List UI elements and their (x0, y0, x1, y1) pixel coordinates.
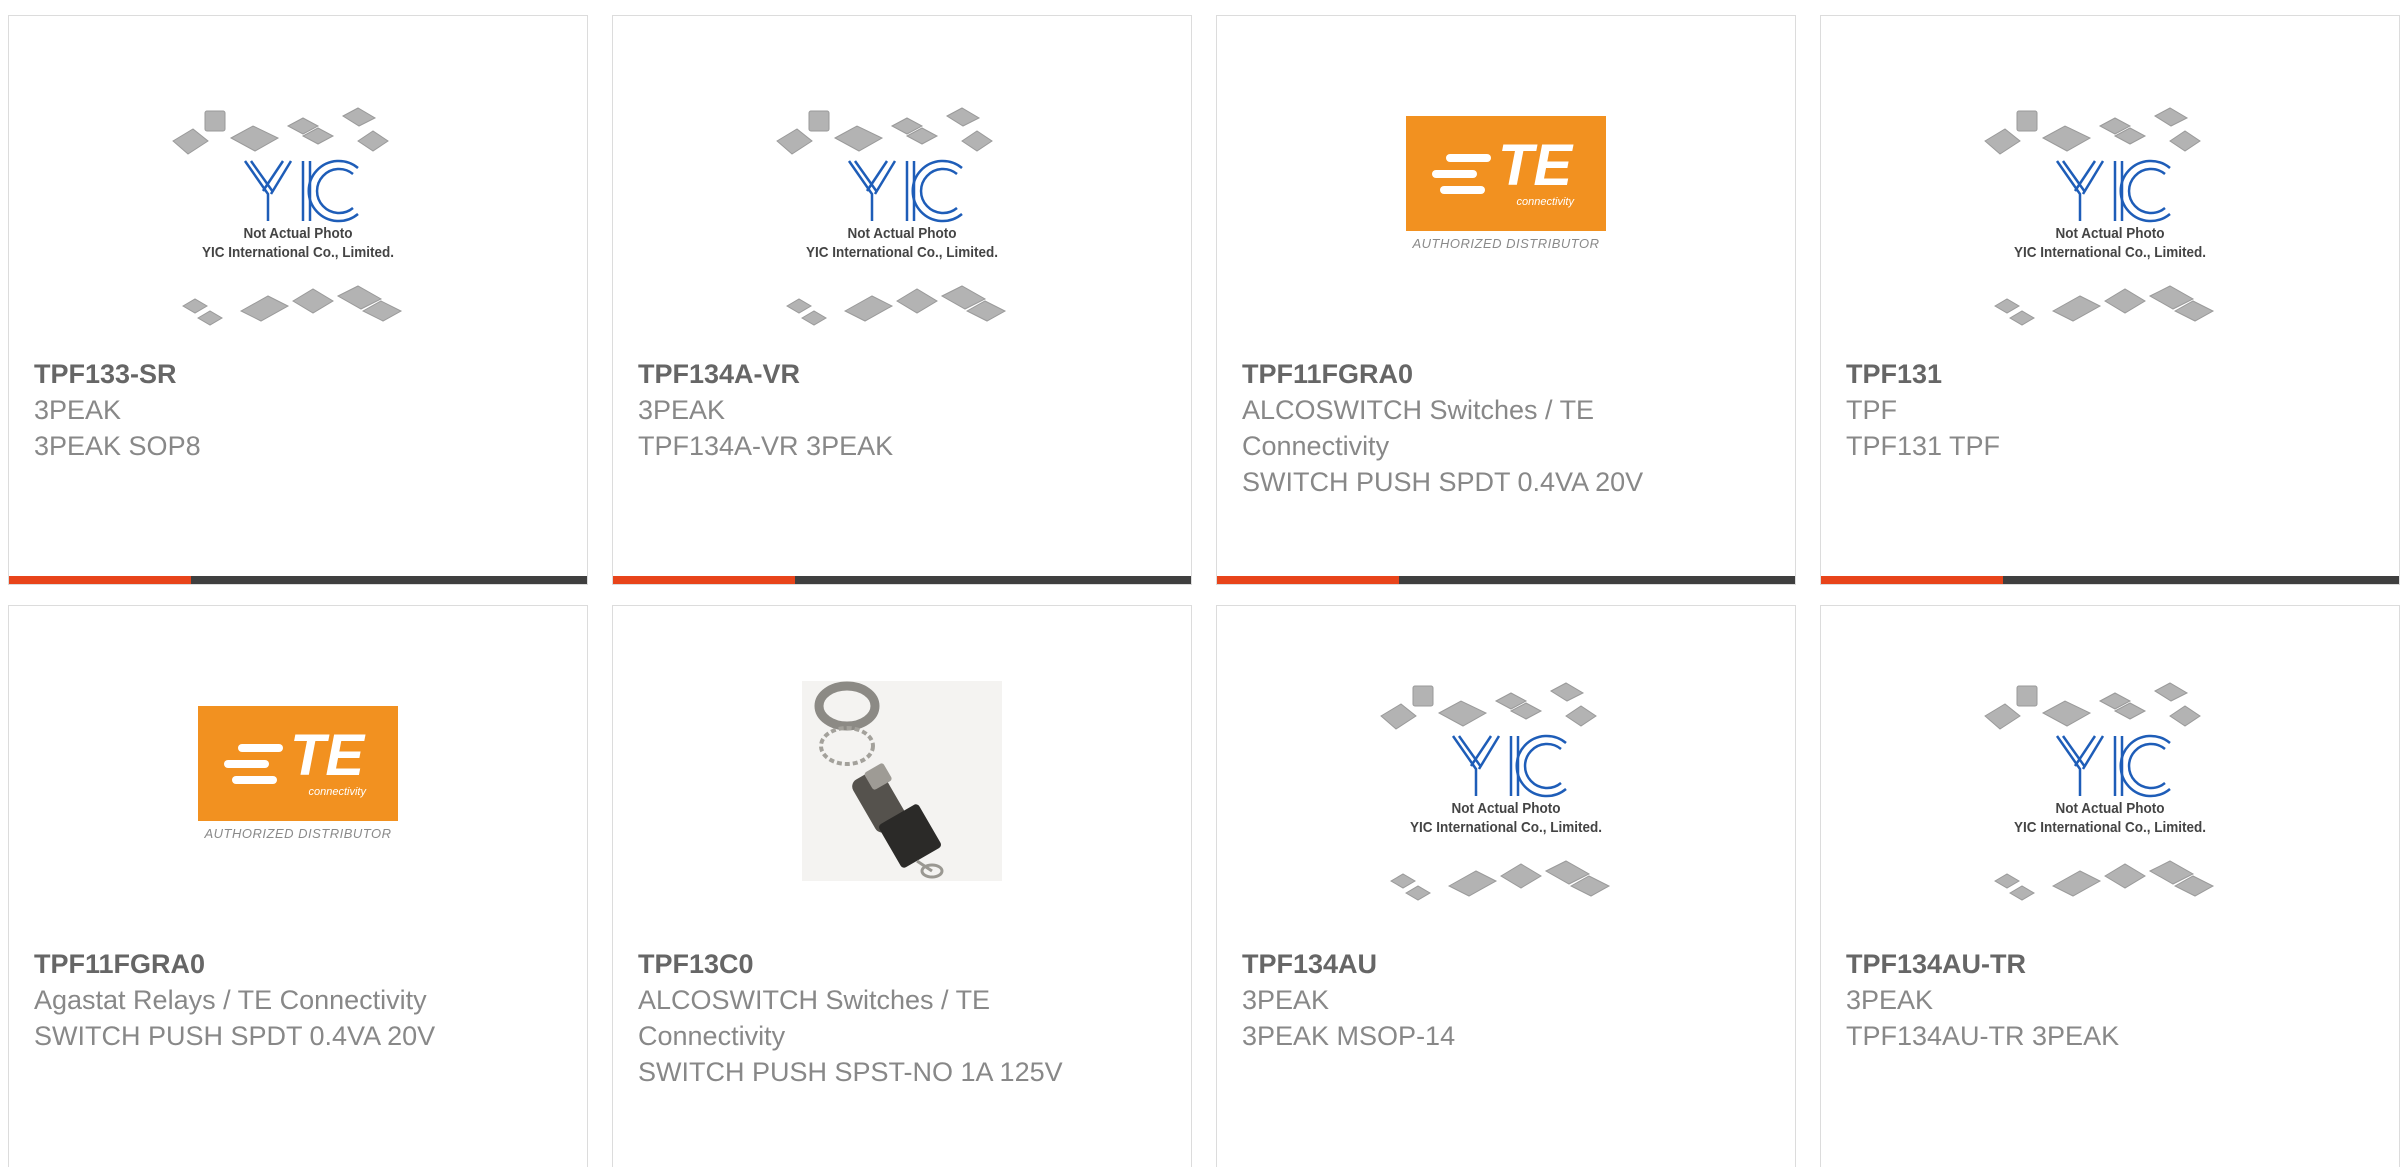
caption-line-2: YIC International Co., Limited. (2013, 819, 2207, 836)
yic-caption: Not Actual Photo YIC International Co., … (1989, 799, 2232, 837)
yic-placeholder-image: Not Actual Photo YIC International Co., … (163, 96, 433, 336)
chip-packages-icon (172, 107, 403, 326)
description: SWITCH PUSH SPST-NO 1A 125V (638, 1057, 1063, 1087)
manufacturer: 3PEAK (1242, 985, 1330, 1015)
caption-line-1: Not Actual Photo (2055, 225, 2165, 242)
card-bottom-bar (9, 576, 587, 584)
product-image[interactable]: TE connectivity AUTHORIZED DISTRIBUTOR (163, 671, 433, 911)
caption-line-1: Not Actual Photo (243, 225, 353, 242)
product-info: TPF134AU-TR 3PEAK TPF134AU-TR 3PEAK (1846, 946, 2286, 1054)
product-image[interactable]: Not Actual Photo YIC International Co., … (1975, 96, 2245, 336)
caption-line-2: YIC International Co., Limited. (805, 244, 999, 261)
yic-caption: Not Actual Photo YIC International Co., … (1385, 799, 1628, 837)
product-card[interactable]: TE connectivity AUTHORIZED DISTRIBUTOR T… (1216, 15, 1796, 585)
caption-line-2: YIC International Co., Limited. (2013, 244, 2207, 261)
caption-line-1: Not Actual Photo (2055, 800, 2165, 817)
caption-line-1: Not Actual Photo (1451, 800, 1561, 817)
description: TPF134AU-TR 3PEAK (1846, 1021, 2120, 1051)
part-number[interactable]: TPF11FGRA0 (1242, 356, 1682, 392)
product-image[interactable]: Not Actual Photo YIC International Co., … (1975, 671, 2245, 911)
part-number[interactable]: TPF133-SR (34, 356, 474, 392)
description: 3PEAK SOP8 (34, 431, 201, 461)
product-image[interactable]: Not Actual Photo YIC International Co., … (767, 96, 1037, 336)
part-number[interactable]: TPF131 (1846, 356, 2286, 392)
product-image[interactable]: Not Actual Photo YIC International Co., … (163, 96, 433, 336)
yic-placeholder-image: Not Actual Photo YIC International Co., … (1371, 671, 1641, 911)
product-card[interactable]: Not Actual Photo YIC International Co., … (1820, 15, 2400, 585)
pushbutton-switch-icon (802, 681, 1002, 881)
yic-caption: Not Actual Photo YIC International Co., … (1989, 224, 2232, 262)
yic-placeholder-image: Not Actual Photo YIC International Co., … (1975, 671, 2245, 911)
description: SWITCH PUSH SPDT 0.4VA 20V (1242, 467, 1644, 497)
product-info: TPF11FGRA0 Agastat Relays / TE Connectiv… (34, 946, 474, 1054)
te-logo-box: TE connectivity (198, 706, 398, 821)
product-info: TPF11FGRA0 ALCOSWITCH Switches / TE Conn… (1242, 356, 1682, 500)
te-connectivity-logo: TE connectivity AUTHORIZED DISTRIBUTOR (163, 671, 433, 911)
part-number[interactable]: TPF134AU (1242, 946, 1682, 982)
part-number[interactable]: TPF11FGRA0 (34, 946, 474, 982)
product-card[interactable]: Not Actual Photo YIC International Co., … (1216, 605, 1796, 1167)
part-number[interactable]: TPF134A-VR (638, 356, 1078, 392)
product-info: TPF13C0 ALCOSWITCH Switches / TE Connect… (638, 946, 1078, 1090)
manufacturer: 3PEAK (1846, 985, 1934, 1015)
te-lines-icon (224, 744, 283, 784)
yic-caption: Not Actual Photo YIC International Co., … (177, 224, 420, 262)
manufacturer: Agastat Relays / TE Connectivity (34, 985, 427, 1015)
card-bottom-bar (1821, 576, 2399, 584)
caption-line-2: YIC International Co., Limited. (1409, 819, 1603, 836)
description: 3PEAK MSOP-14 (1242, 1021, 1456, 1051)
product-info: TPF134AU 3PEAK 3PEAK MSOP-14 (1242, 946, 1682, 1054)
te-mark: TE (1498, 133, 1573, 198)
part-number[interactable]: TPF13C0 (638, 946, 1078, 982)
te-sub: connectivity (308, 786, 366, 798)
product-image[interactable]: Not Actual Photo YIC International Co., … (1371, 671, 1641, 911)
product-info: TPF133-SR 3PEAK 3PEAK SOP8 (34, 356, 474, 464)
product-card[interactable]: TE connectivity AUTHORIZED DISTRIBUTOR T… (8, 605, 588, 1167)
product-info: TPF131 TPF TPF131 TPF (1846, 356, 2286, 464)
product-card[interactable]: Not Actual Photo YIC International Co., … (1820, 605, 2400, 1167)
product-card[interactable]: Not Actual Photo YIC International Co., … (612, 15, 1192, 585)
card-accent (1821, 576, 2003, 584)
yic-caption: Not Actual Photo YIC International Co., … (781, 224, 1024, 262)
product-info: TPF134A-VR 3PEAK TPF134A-VR 3PEAK (638, 356, 1078, 464)
chip-packages-icon (1984, 682, 2215, 901)
te-connectivity-logo: TE connectivity AUTHORIZED DISTRIBUTOR (1371, 96, 1641, 336)
authorized-distributor-label: AUTHORIZED DISTRIBUTOR (1412, 236, 1600, 251)
card-bottom-bar (1217, 576, 1795, 584)
manufacturer: TPF (1846, 395, 1897, 425)
product-grid: Not Actual Photo YIC International Co., … (0, 0, 2400, 1167)
chip-packages-icon (776, 107, 1007, 326)
card-accent (9, 576, 191, 584)
card-accent (1217, 576, 1399, 584)
te-lines-icon (1432, 154, 1491, 194)
product-card[interactable]: TPF13C0 ALCOSWITCH Switches / TE Connect… (612, 605, 1192, 1167)
product-card[interactable]: Not Actual Photo YIC International Co., … (8, 15, 588, 585)
caption-line-2: YIC International Co., Limited. (201, 244, 395, 261)
product-image[interactable] (767, 671, 1037, 911)
manufacturer: ALCOSWITCH Switches / TE Connectivity (1242, 395, 1595, 461)
caption-line-1: Not Actual Photo (847, 225, 957, 242)
card-accent (613, 576, 795, 584)
authorized-distributor-label: AUTHORIZED DISTRIBUTOR (204, 826, 392, 841)
description: TPF131 TPF (1846, 431, 2001, 461)
te-sub: connectivity (1516, 196, 1574, 208)
manufacturer: 3PEAK (638, 395, 726, 425)
part-number[interactable]: TPF134AU-TR (1846, 946, 2286, 982)
yic-placeholder-image: Not Actual Photo YIC International Co., … (767, 96, 1037, 336)
manufacturer: ALCOSWITCH Switches / TE Connectivity (638, 985, 991, 1051)
manufacturer: 3PEAK (34, 395, 122, 425)
yic-placeholder-image: Not Actual Photo YIC International Co., … (1975, 96, 2245, 336)
product-image[interactable]: TE connectivity AUTHORIZED DISTRIBUTOR (1371, 96, 1641, 336)
te-mark: TE (290, 723, 365, 788)
description: TPF134A-VR 3PEAK (638, 431, 894, 461)
card-bottom-bar (613, 576, 1191, 584)
chip-packages-icon (1984, 107, 2215, 326)
chip-packages-icon (1380, 682, 1611, 901)
te-logo-box: TE connectivity (1406, 116, 1606, 231)
pushbutton-switch-photo (767, 671, 1037, 911)
description: SWITCH PUSH SPDT 0.4VA 20V (34, 1021, 436, 1051)
